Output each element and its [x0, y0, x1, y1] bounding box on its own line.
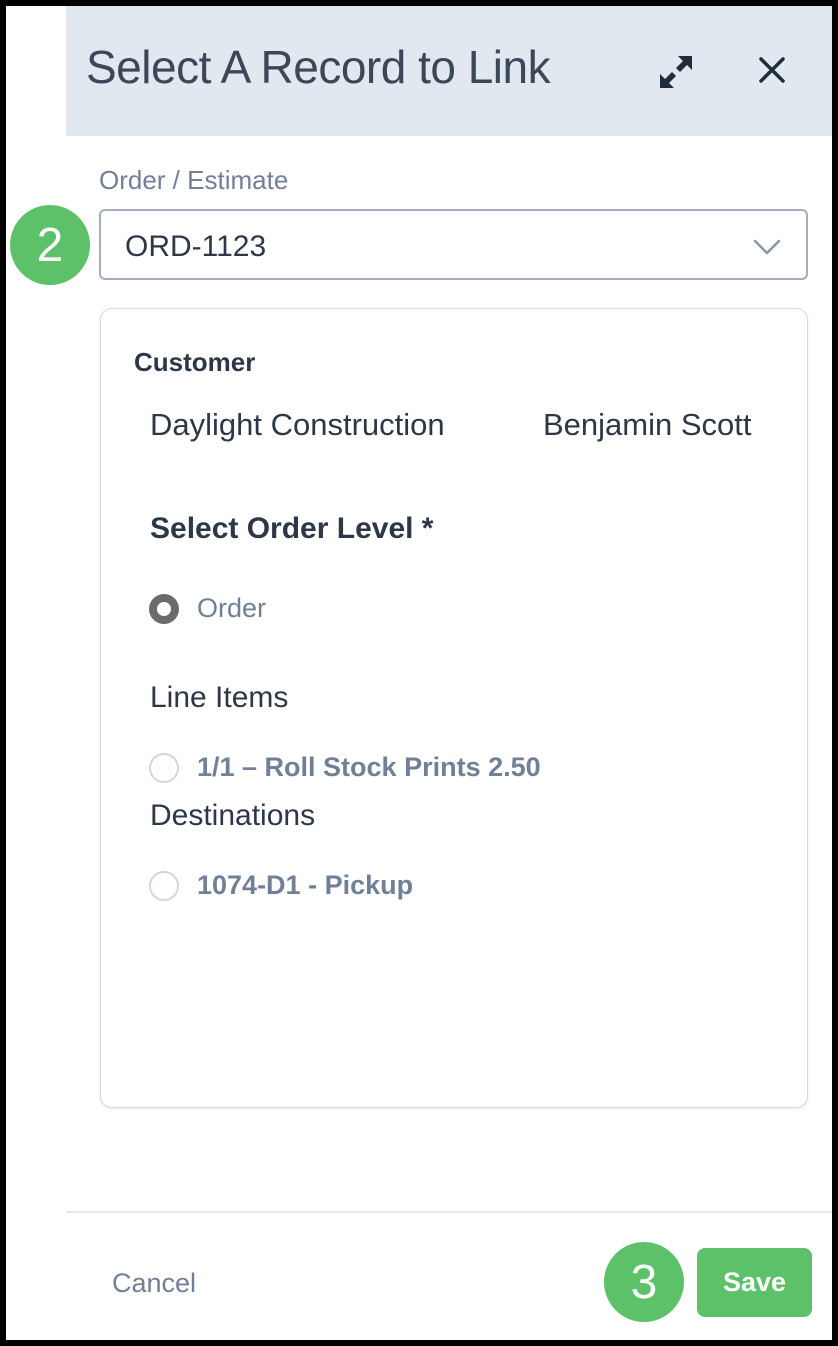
customer-heading: Customer	[134, 347, 256, 377]
step-2-badge: 2	[10, 205, 90, 285]
radio-unselected-icon	[149, 871, 179, 901]
record-details-card: Customer Daylight Construction Benjamin …	[100, 308, 808, 1108]
radio-label-order: Order	[197, 593, 267, 623]
selected-order-value: ORD-1123	[125, 230, 267, 263]
destinations-heading: Destinations	[150, 799, 316, 832]
destination-label: 1074-D1 - Pickup	[197, 870, 414, 900]
expand-arrows-icon	[660, 56, 692, 88]
close-button[interactable]	[748, 46, 796, 94]
radio-unselected-icon	[149, 753, 179, 783]
order-estimate-label: Order / Estimate	[99, 165, 289, 195]
order-level-heading: Select Order Level *	[150, 512, 434, 545]
close-icon	[759, 57, 785, 83]
radio-selected-icon	[149, 594, 179, 624]
expand-button[interactable]	[652, 48, 700, 96]
save-button[interactable]: Save	[697, 1248, 812, 1317]
dialog-frame: Select A Record to Link Order / Estimate…	[6, 6, 832, 1340]
line-items-heading: Line Items	[150, 681, 289, 714]
customer-company: Daylight Construction	[150, 407, 445, 442]
chevron-down-icon	[753, 239, 781, 255]
cancel-button[interactable]: Cancel	[112, 1268, 196, 1299]
dialog-title: Select A Record to Link	[86, 41, 551, 93]
order-estimate-select[interactable]: ORD-1123	[99, 209, 808, 280]
line-item-label: 1/1 – Roll Stock Prints 2.50	[197, 752, 541, 782]
dialog-header: Select A Record to Link	[66, 6, 832, 136]
customer-contact: Benjamin Scott	[543, 407, 752, 442]
footer-divider	[66, 1211, 832, 1213]
step-3-badge: 3	[604, 1242, 684, 1322]
